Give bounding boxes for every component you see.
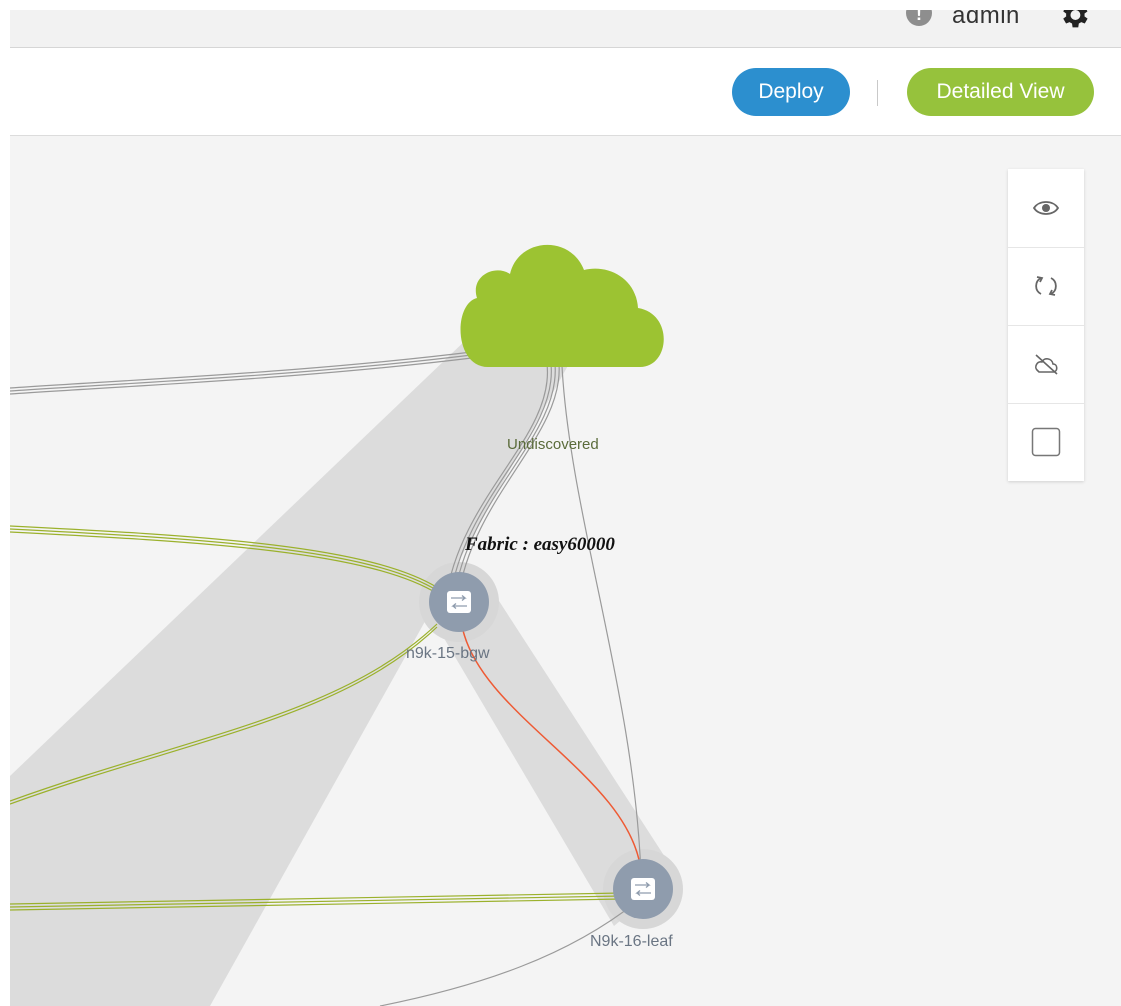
app-frame: ! admin Deploy Detailed View Undiscovere… xyxy=(10,10,1121,1006)
top-header-bar: ! admin xyxy=(10,10,1121,48)
user-name[interactable]: admin xyxy=(952,10,1020,30)
help-circle-icon[interactable]: ! xyxy=(906,10,932,26)
switch-icon xyxy=(447,591,471,613)
cloud-label: Undiscovered xyxy=(507,436,599,453)
refresh-button[interactable] xyxy=(1008,247,1084,326)
refresh-icon xyxy=(1035,276,1057,296)
gear-icon[interactable] xyxy=(1057,10,1091,32)
eye-icon xyxy=(1033,201,1059,215)
toggle-visibility-button[interactable] xyxy=(1008,169,1084,248)
hide-cloud-button[interactable] xyxy=(1008,325,1084,404)
topology-canvas[interactable]: Undiscovered Fabric : easy60000 n9k-15-b… xyxy=(10,136,1121,1006)
graph-controls-panel xyxy=(1008,169,1084,481)
checkbox-icon xyxy=(1031,427,1061,457)
undiscovered-cloud[interactable] xyxy=(460,244,664,367)
select-checkbox[interactable] xyxy=(1008,403,1084,481)
action-toolbar: Deploy Detailed View xyxy=(10,48,1121,136)
node-n9k-15-bgw[interactable] xyxy=(429,572,489,632)
topology-graph[interactable] xyxy=(10,136,1121,1006)
node-n9k-16-leaf[interactable] xyxy=(613,859,673,919)
fabric-label: Fabric : easy60000 xyxy=(465,534,615,555)
detailed-view-button[interactable]: Detailed View xyxy=(907,68,1094,116)
node-label-bgw: n9k-15-bgw xyxy=(406,645,490,662)
cloud-off-icon xyxy=(1035,354,1058,375)
toolbar-divider xyxy=(877,80,878,106)
switch-icon xyxy=(631,878,655,900)
node-label-leaf: N9k-16-leaf xyxy=(590,933,673,950)
deploy-button[interactable]: Deploy xyxy=(732,68,850,116)
